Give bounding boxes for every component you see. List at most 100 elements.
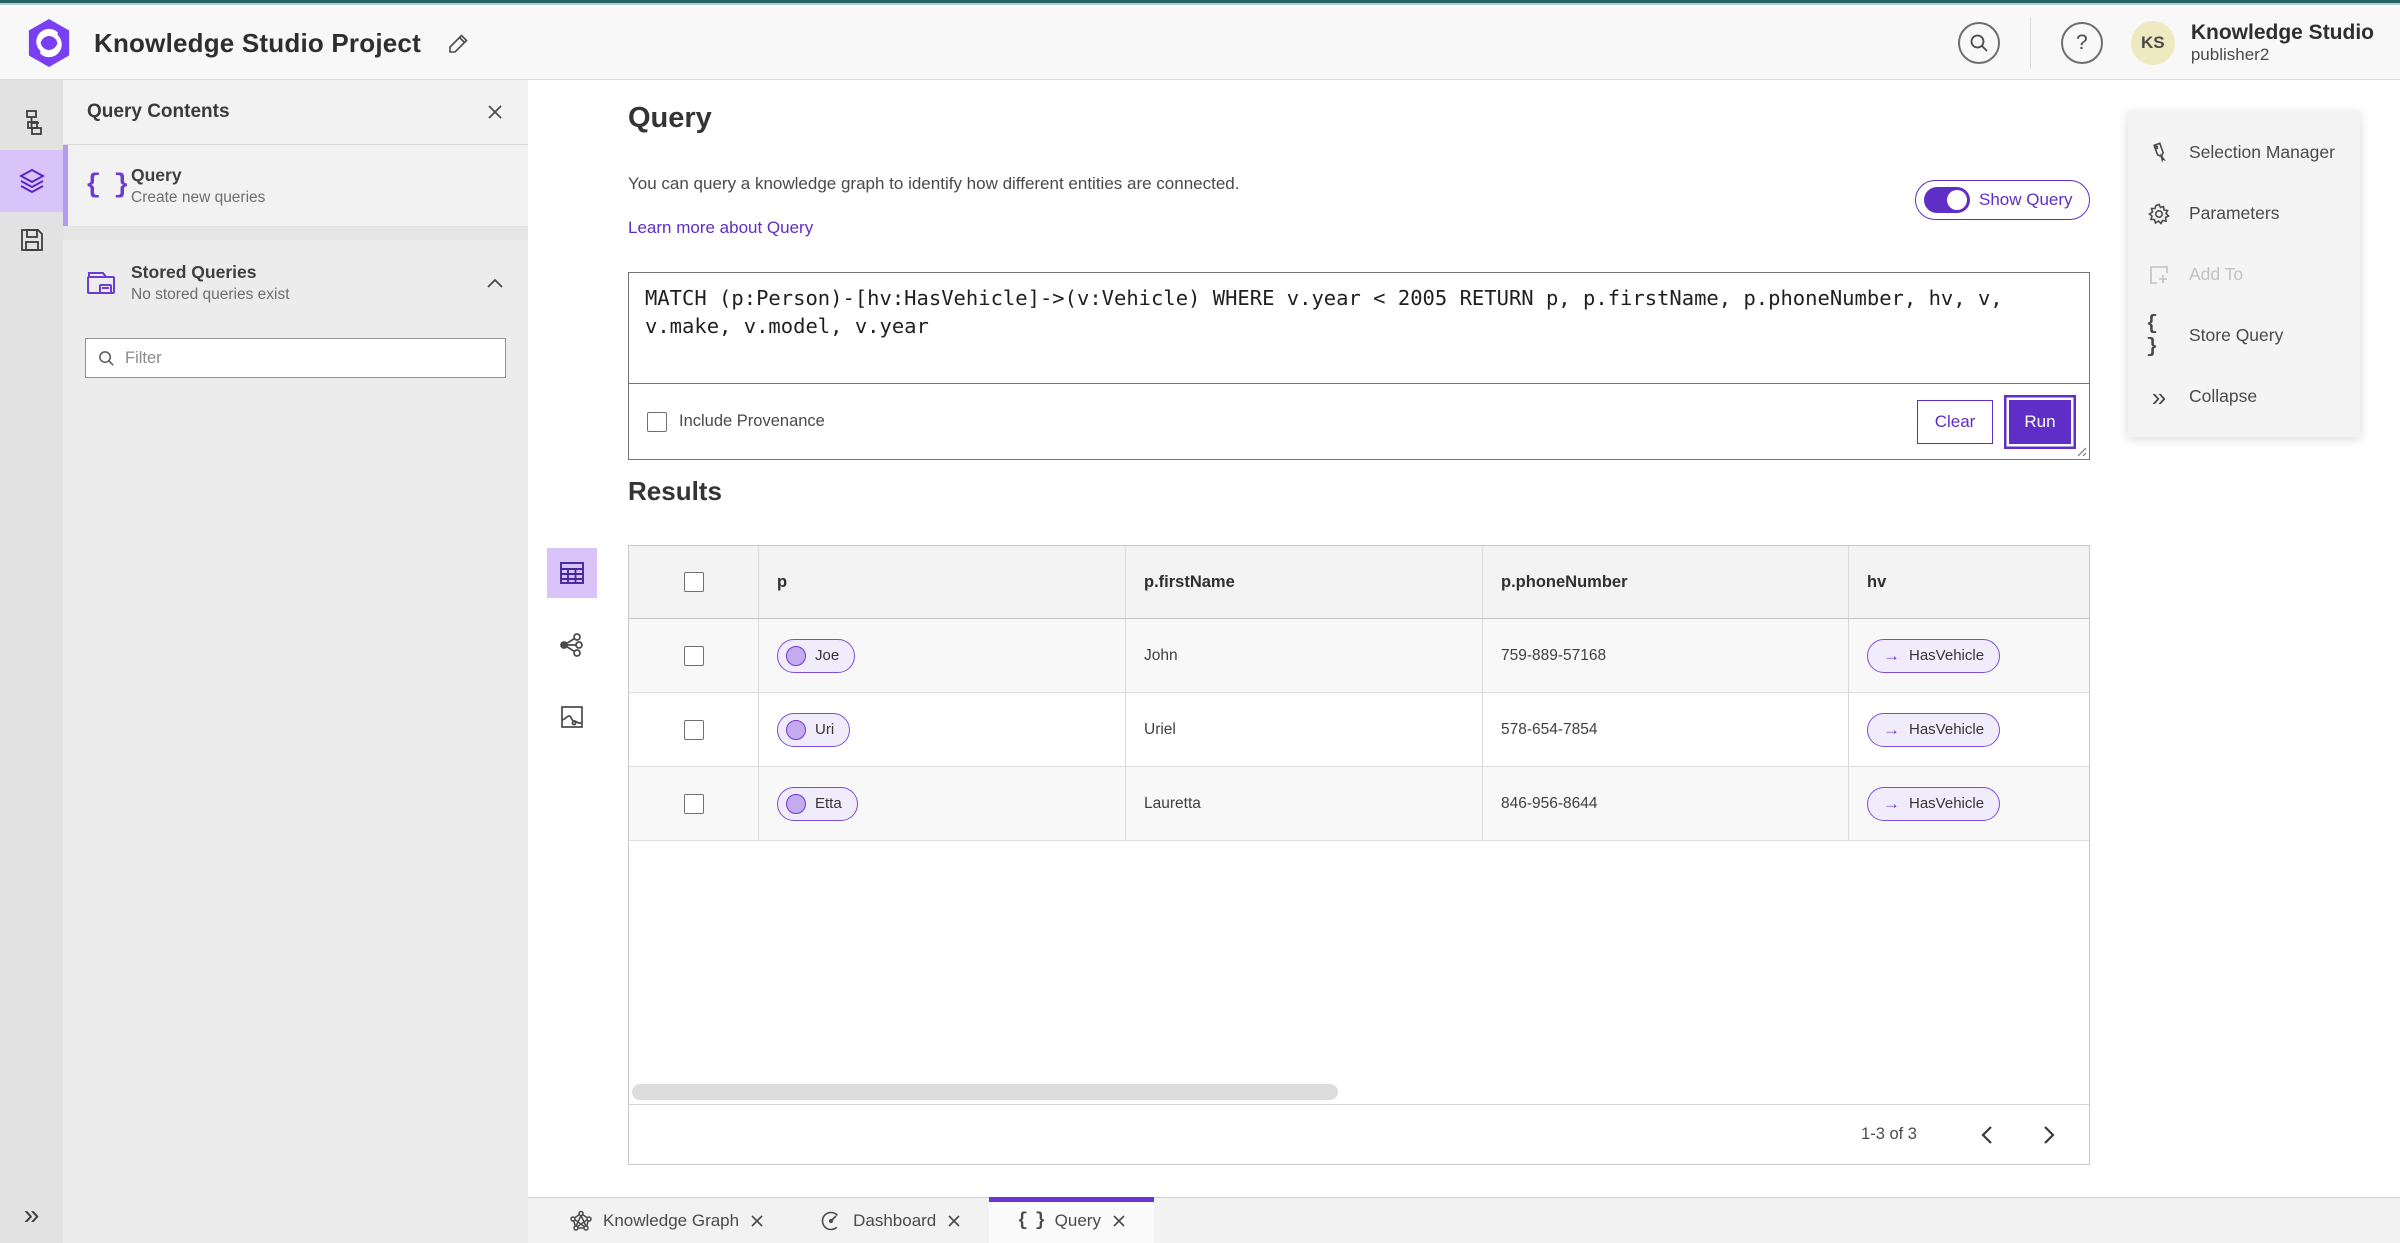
query-item-sublabel: Create new queries xyxy=(131,188,266,206)
menu-item-store-query[interactable]: { } Store Query xyxy=(2128,305,2360,366)
relationship-chip-label: HasVehicle xyxy=(1909,721,1985,738)
layers-icon xyxy=(17,166,47,196)
menu-item-parameters[interactable]: Parameters xyxy=(2128,183,2360,244)
tab-label: Knowledge Graph xyxy=(603,1210,740,1230)
relationship-chip[interactable]: → HasVehicle xyxy=(1867,638,2001,673)
search-icon xyxy=(1969,33,1989,53)
selected-indicator xyxy=(63,145,68,226)
query-textarea[interactable]: MATCH (p:Person)-[hv:HasVehicle]->(v:Veh… xyxy=(629,273,2089,383)
entity-chip-label: Etta xyxy=(815,795,842,812)
result-view-switcher xyxy=(546,548,598,764)
horizontal-scrollbar[interactable] xyxy=(632,1084,1338,1100)
row-checkbox[interactable] xyxy=(683,719,704,740)
gear-icon xyxy=(2146,202,2172,226)
chevron-right-icon xyxy=(2042,1125,2056,1145)
link-chart-view-button[interactable] xyxy=(547,620,597,670)
table-view-button[interactable] xyxy=(547,548,597,598)
menu-item-label: Store Query xyxy=(2189,325,2284,345)
learn-more-link[interactable]: Learn more about Query xyxy=(628,218,813,238)
user-org-name: Knowledge Studio xyxy=(2190,21,2374,45)
help-button[interactable]: ? xyxy=(2060,22,2103,64)
close-tab-button[interactable] xyxy=(947,1214,961,1228)
run-button[interactable]: Run xyxy=(2009,399,2071,444)
table-header-row: p p.firstName p.phoneNumber hv xyxy=(629,546,2089,619)
relationship-chip[interactable]: → HasVehicle xyxy=(1867,786,2001,821)
next-page-button[interactable] xyxy=(2031,1117,2067,1153)
stored-item-text: Stored Queries No stored queries exist xyxy=(131,262,290,304)
braces-icon: { } xyxy=(1017,1210,1045,1231)
left-icon-rail: » xyxy=(0,80,63,1243)
rail-item-hierarchy[interactable] xyxy=(0,94,63,150)
cell-phonenumber: 846-956-8644 xyxy=(1483,767,1849,840)
cell-firstname: Uriel xyxy=(1126,693,1483,766)
resize-handle-icon[interactable] xyxy=(2075,445,2087,457)
column-header-p[interactable]: p xyxy=(759,546,1126,618)
help-icon: ? xyxy=(2076,31,2088,54)
select-all-checkbox[interactable] xyxy=(683,572,704,592)
table-row[interactable]: Uri Uriel 578-654-7854 → HasVehicle xyxy=(629,693,2089,767)
results-title: Results xyxy=(628,476,722,506)
relationship-chip[interactable]: → HasVehicle xyxy=(1867,712,2001,747)
row-checkbox[interactable] xyxy=(683,793,704,814)
column-header-phonenumber[interactable]: p.phoneNumber xyxy=(1483,546,1849,618)
search-button[interactable] xyxy=(1957,22,2000,64)
close-tab-button[interactable] xyxy=(1112,1214,1126,1228)
entity-chip[interactable]: Uri xyxy=(777,712,851,747)
arrow-right-icon: → xyxy=(1883,720,1900,739)
project-title: Knowledge Studio Project xyxy=(94,27,421,58)
collapse-section-button[interactable] xyxy=(486,277,504,289)
user-avatar[interactable]: KS xyxy=(2130,21,2175,65)
relationship-chip-label: HasVehicle xyxy=(1909,647,1985,664)
column-header-hv[interactable]: hv xyxy=(1849,546,2089,618)
edit-title-button[interactable] xyxy=(447,31,471,55)
relationship-chip-label: HasVehicle xyxy=(1909,795,1985,812)
tab-label: Dashboard xyxy=(853,1210,937,1230)
previous-page-button[interactable] xyxy=(1969,1117,2005,1153)
entity-chip-label: Uri xyxy=(815,721,835,738)
cell-firstname: John xyxy=(1126,619,1483,692)
menu-item-label: Parameters xyxy=(2189,203,2280,223)
link-chart-icon xyxy=(559,632,585,658)
rail-item-save[interactable] xyxy=(0,212,63,268)
panel-item-stored-queries[interactable]: Stored Queries No stored queries exist xyxy=(63,240,528,326)
menu-item-collapse[interactable]: » Collapse xyxy=(2128,366,2360,427)
tools-menu: Selection Manager Parameters Add To { } … xyxy=(2128,112,2360,437)
entity-chip[interactable]: Etta xyxy=(777,786,858,821)
table-row[interactable]: Joe John 759-889-57168 → HasVehicle xyxy=(629,619,2089,693)
tab-dashboard[interactable]: Dashboard xyxy=(792,1198,989,1243)
app-header: Knowledge Studio Project ? KS Knowledge … xyxy=(0,7,2400,80)
rail-item-queries[interactable] xyxy=(0,150,63,212)
close-tab-button[interactable] xyxy=(750,1214,764,1228)
map-view-button[interactable] xyxy=(547,692,597,742)
expand-rail-button[interactable]: » xyxy=(0,1195,63,1235)
entity-dot-icon xyxy=(786,793,806,814)
panel-separator xyxy=(63,227,528,240)
query-contents-panel: Query Contents { } Query Create new quer… xyxy=(63,80,528,1243)
clear-button[interactable]: Clear xyxy=(1917,399,1993,444)
menu-item-selection-manager[interactable]: Selection Manager xyxy=(2128,122,2360,183)
entity-chip[interactable]: Joe xyxy=(777,638,856,673)
query-page-title: Query xyxy=(628,102,712,134)
chevron-left-icon xyxy=(1980,1125,1994,1145)
cell-phonenumber: 578-654-7854 xyxy=(1483,693,1849,766)
filter-input[interactable] xyxy=(125,348,493,368)
show-query-toggle[interactable]: Show Query xyxy=(1915,180,2090,220)
query-item-label: Query xyxy=(131,164,182,185)
menu-item-label: Selection Manager xyxy=(2189,142,2335,162)
close-panel-button[interactable] xyxy=(486,103,504,121)
table-footer: 1-3 of 3 xyxy=(629,1104,2089,1164)
tab-query[interactable]: { } Query xyxy=(989,1197,1154,1243)
entity-dot-icon xyxy=(786,645,806,666)
row-checkbox[interactable] xyxy=(683,645,704,666)
column-header-firstname[interactable]: p.firstName xyxy=(1126,546,1483,618)
table-row[interactable]: Etta Lauretta 846-956-8644 → HasVehicle xyxy=(629,767,2089,841)
menu-item-label: Add To xyxy=(2189,264,2244,284)
tab-knowledge-graph[interactable]: Knowledge Graph xyxy=(542,1198,792,1243)
toggle-switch-on[interactable] xyxy=(1924,187,1970,213)
tab-label: Query xyxy=(1054,1210,1101,1230)
include-provenance-checkbox[interactable] xyxy=(647,411,667,432)
dashboard-gauge-icon xyxy=(820,1210,842,1232)
query-item-text: Query Create new queries xyxy=(131,165,265,207)
query-description: You can query a knowledge graph to ident… xyxy=(628,174,1240,193)
panel-item-query[interactable]: { } Query Create new queries xyxy=(63,145,528,227)
